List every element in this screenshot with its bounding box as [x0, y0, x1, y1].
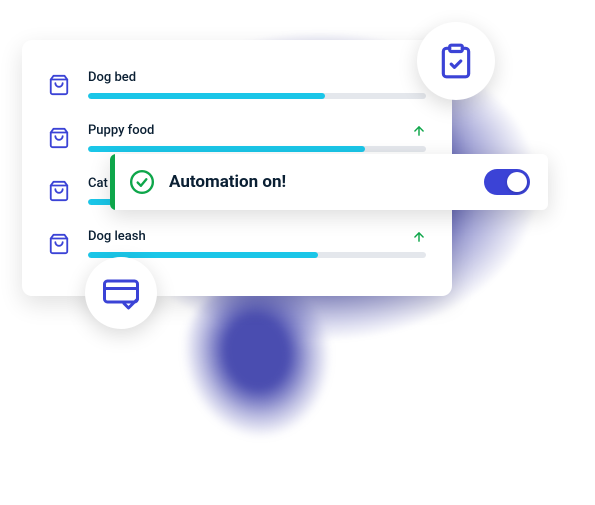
toggle-knob [507, 172, 527, 192]
trend-up-icon [412, 230, 426, 244]
clipboard-badge [417, 22, 495, 100]
progress-track [88, 93, 426, 99]
card-badge [85, 257, 157, 329]
check-circle-icon [129, 169, 155, 195]
progress-fill [88, 93, 325, 99]
item-label: Dog bed [88, 70, 136, 85]
credit-card-check-icon [103, 275, 139, 311]
progress-track [88, 252, 426, 258]
shopping-bag-icon [48, 180, 70, 202]
shopping-bag-icon [48, 74, 70, 96]
automation-banner: Automation on! [110, 154, 548, 210]
progress-track [88, 146, 426, 152]
automation-toggle[interactable] [484, 169, 530, 195]
item-label: Puppy food [88, 123, 154, 138]
accent-bar [110, 154, 115, 210]
shopping-bag-icon [48, 233, 70, 255]
trend-up-icon [412, 124, 426, 138]
shopping-bag-icon [48, 127, 70, 149]
list-item: Dog bed [48, 62, 426, 113]
clipboard-check-icon [437, 42, 475, 80]
item-label: Dog leash [88, 229, 146, 244]
automation-label: Automation on! [169, 172, 286, 192]
progress-fill [88, 146, 365, 152]
